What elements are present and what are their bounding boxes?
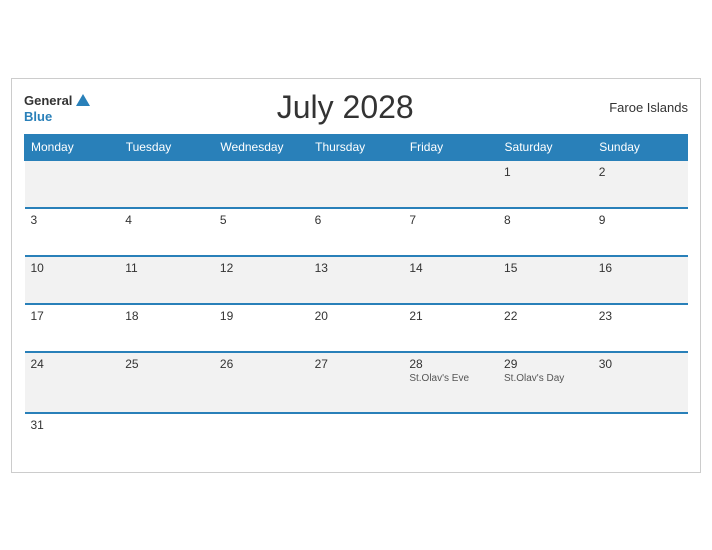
calendar-day-cell: 8 <box>498 208 593 256</box>
day-number: 15 <box>504 261 517 275</box>
calendar-table: MondayTuesdayWednesdayThursdayFridaySatu… <box>24 134 688 460</box>
weekday-header-wednesday: Wednesday <box>214 134 309 160</box>
logo: General Blue <box>24 92 92 123</box>
day-number: 12 <box>220 261 233 275</box>
logo-icon <box>74 92 92 110</box>
day-number: 26 <box>220 357 233 371</box>
calendar-day-cell <box>309 413 404 460</box>
calendar-day-cell: 23 <box>593 304 688 352</box>
calendar-week-row: 31 <box>25 413 688 460</box>
calendar-day-cell: 17 <box>25 304 120 352</box>
weekday-header-row: MondayTuesdayWednesdayThursdayFridaySatu… <box>25 134 688 160</box>
calendar-day-cell <box>403 413 498 460</box>
day-number: 20 <box>315 309 328 323</box>
day-number: 1 <box>504 165 511 179</box>
calendar-week-row: 10 11 12 13 14 15 16 <box>25 256 688 304</box>
weekday-header-tuesday: Tuesday <box>119 134 214 160</box>
calendar-day-cell: 30 <box>593 352 688 413</box>
calendar-day-cell: 24 <box>25 352 120 413</box>
calendar-week-row: 12 <box>25 160 688 208</box>
calendar-day-cell: 11 <box>119 256 214 304</box>
day-number: 23 <box>599 309 612 323</box>
event-text: St.Olav's Day <box>504 373 587 384</box>
month-title: July 2028 <box>92 89 598 126</box>
day-number: 30 <box>599 357 612 371</box>
calendar-day-cell <box>403 160 498 208</box>
day-number: 28 <box>409 357 422 371</box>
event-text: St.Olav's Eve <box>409 373 492 384</box>
day-number: 13 <box>315 261 328 275</box>
day-number: 24 <box>31 357 44 371</box>
weekday-header-monday: Monday <box>25 134 120 160</box>
calendar-day-cell: 12 <box>214 256 309 304</box>
calendar-day-cell: 4 <box>119 208 214 256</box>
calendar-day-cell <box>119 413 214 460</box>
calendar-day-cell: 5 <box>214 208 309 256</box>
weekday-header-saturday: Saturday <box>498 134 593 160</box>
calendar-day-cell: 14 <box>403 256 498 304</box>
day-number: 16 <box>599 261 612 275</box>
calendar-day-cell: 13 <box>309 256 404 304</box>
calendar-day-cell <box>25 160 120 208</box>
day-number: 9 <box>599 213 606 227</box>
calendar-week-row: 24 25 26 27 28 St.Olav's Eve 29 St.Olav's Day 30 <box>25 352 688 413</box>
day-number: 31 <box>31 418 44 432</box>
calendar-day-cell: 3 <box>25 208 120 256</box>
day-number: 8 <box>504 213 511 227</box>
calendar-day-cell <box>214 160 309 208</box>
day-number: 6 <box>315 213 322 227</box>
calendar-header: General Blue July 2028 Faroe Islands <box>24 89 688 126</box>
calendar-day-cell: 19 <box>214 304 309 352</box>
day-number: 21 <box>409 309 422 323</box>
region-label: Faroe Islands <box>598 100 688 115</box>
calendar-day-cell: 31 <box>25 413 120 460</box>
calendar-week-row: 17 18 19 20 21 22 23 <box>25 304 688 352</box>
day-number: 3 <box>31 213 38 227</box>
weekday-header-friday: Friday <box>403 134 498 160</box>
day-number: 18 <box>125 309 138 323</box>
calendar-day-cell: 21 <box>403 304 498 352</box>
logo-blue-text: Blue <box>24 110 52 123</box>
calendar-day-cell: 20 <box>309 304 404 352</box>
calendar-day-cell: 7 <box>403 208 498 256</box>
day-number: 25 <box>125 357 138 371</box>
logo-general-text: General <box>24 94 72 107</box>
weekday-header-sunday: Sunday <box>593 134 688 160</box>
calendar-day-cell <box>214 413 309 460</box>
calendar-day-cell: 27 <box>309 352 404 413</box>
calendar-day-cell: 25 <box>119 352 214 413</box>
day-number: 19 <box>220 309 233 323</box>
calendar-day-cell: 29 St.Olav's Day <box>498 352 593 413</box>
day-number: 22 <box>504 309 517 323</box>
day-number: 11 <box>125 261 137 275</box>
calendar-day-cell <box>593 413 688 460</box>
calendar-wrapper: General Blue July 2028 Faroe Islands Mon… <box>11 78 701 473</box>
calendar-day-cell: 2 <box>593 160 688 208</box>
calendar-day-cell: 15 <box>498 256 593 304</box>
calendar-day-cell: 9 <box>593 208 688 256</box>
day-number: 7 <box>409 213 416 227</box>
calendar-day-cell: 16 <box>593 256 688 304</box>
day-number: 5 <box>220 213 227 227</box>
day-number: 14 <box>409 261 422 275</box>
calendar-day-cell: 26 <box>214 352 309 413</box>
calendar-day-cell: 28 St.Olav's Eve <box>403 352 498 413</box>
day-number: 2 <box>599 165 606 179</box>
day-number: 27 <box>315 357 328 371</box>
weekday-header-thursday: Thursday <box>309 134 404 160</box>
day-number: 29 <box>504 357 517 371</box>
calendar-day-cell <box>498 413 593 460</box>
day-number: 4 <box>125 213 132 227</box>
calendar-day-cell: 22 <box>498 304 593 352</box>
calendar-day-cell: 18 <box>119 304 214 352</box>
calendar-day-cell <box>119 160 214 208</box>
day-number: 17 <box>31 309 44 323</box>
calendar-day-cell: 6 <box>309 208 404 256</box>
day-number: 10 <box>31 261 44 275</box>
calendar-day-cell <box>309 160 404 208</box>
calendar-day-cell: 1 <box>498 160 593 208</box>
calendar-day-cell: 10 <box>25 256 120 304</box>
calendar-week-row: 3 4 5 6 7 8 9 <box>25 208 688 256</box>
